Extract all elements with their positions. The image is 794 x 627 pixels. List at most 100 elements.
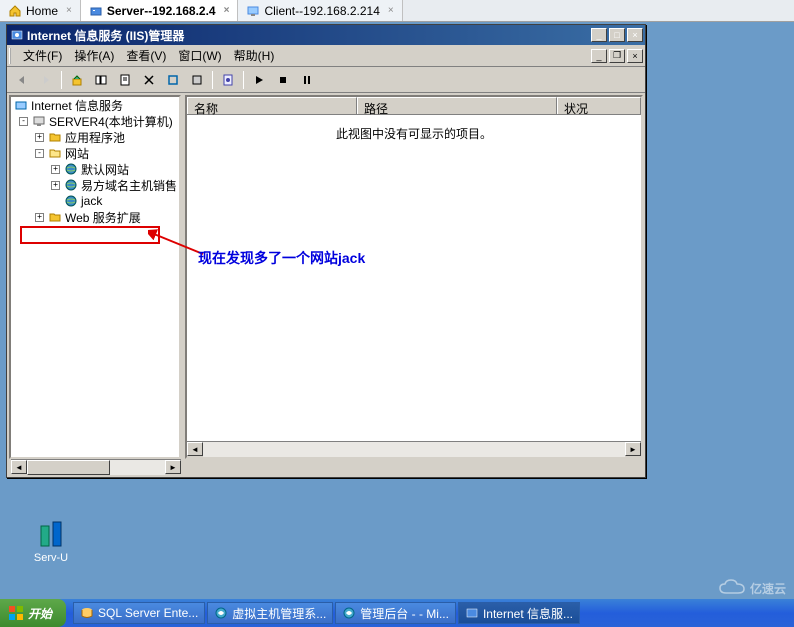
menu-window[interactable]: 窗口(W) [172,45,227,66]
expand-icon[interactable]: + [51,181,60,190]
properties-button[interactable] [114,69,136,91]
tree-websites[interactable]: - 网站 [11,145,179,161]
ie-icon [342,606,356,620]
refresh-button[interactable] [162,69,184,91]
menu-view[interactable]: 查看(V) [120,45,172,66]
windows-logo-icon [8,605,24,621]
toolbar [7,67,645,93]
minimize-button[interactable]: _ [591,28,607,42]
list-header: 名称 路径 状况 [187,97,641,115]
tree-label: 易方域名主机销售 [81,177,177,194]
watermark-text: 亿速云 [750,580,786,597]
close-icon[interactable]: × [224,5,230,16]
menu-action[interactable]: 操作(A) [68,45,120,66]
scroll-right-icon[interactable]: ► [165,460,181,474]
computer-icon [31,113,47,129]
tree-server[interactable]: - SERVER4(本地计算机) [11,113,179,129]
annotation-text: 现在发现多了一个网站jack [198,248,365,268]
grip-icon [9,48,15,64]
menu-file[interactable]: 文件(F) [17,45,68,66]
show-hide-button[interactable] [90,69,112,91]
task-label: SQL Server Ente... [98,606,198,620]
expand-icon[interactable]: + [51,165,60,174]
column-name[interactable]: 名称 [187,97,357,114]
back-button[interactable] [11,69,33,91]
tree-label: 默认网站 [81,161,129,178]
maximize-button[interactable]: □ [609,28,625,42]
collapse-icon[interactable]: - [19,117,28,126]
taskbar: 开始 SQL Server Ente... 虚拟主机管理系... 管理后台 - … [0,599,794,627]
column-path[interactable]: 路径 [357,97,557,114]
tree-jack-site[interactable]: jack [11,193,179,209]
up-button[interactable] [66,69,88,91]
start-button[interactable]: 开始 [0,599,66,627]
column-status[interactable]: 状况 [557,97,641,114]
start-label: 开始 [28,605,52,622]
folder-open-icon [47,145,63,161]
close-icon[interactable]: × [66,5,72,16]
taskbar-item-vhost[interactable]: 虚拟主机管理系... [207,602,333,624]
tree-scrollbar[interactable]: ◄ ► [11,459,181,475]
browser-tab-client[interactable]: Client--192.168.2.214 × [238,0,402,21]
scroll-left-icon[interactable]: ◄ [187,442,203,456]
client-icon [246,4,260,18]
stop-button[interactable] [272,69,294,91]
tree-root[interactable]: Internet 信息服务 [11,97,179,113]
globe-icon [63,177,79,193]
mdi-restore-button[interactable]: ❐ [609,49,625,63]
horizontal-scrollbar[interactable]: ◄ ► [187,441,641,457]
sqlserver-icon [80,606,94,620]
server-icon [89,4,103,18]
desktop-icon-servu[interactable]: Serv-U [16,518,86,564]
menu-help[interactable]: 帮助(H) [228,45,281,66]
browser-tab-server[interactable]: Server--192.168.2.4 × [81,0,239,21]
titlebar[interactable]: Internet 信息服务 (IIS)管理器 _ □ × [7,25,645,45]
tree-web-extensions[interactable]: + Web 服务扩展 [11,209,179,225]
close-icon[interactable]: × [388,5,394,16]
browser-tab-home[interactable]: Home × [0,0,81,21]
export-button[interactable] [186,69,208,91]
pause-button[interactable] [296,69,318,91]
iis-root-icon [13,97,29,113]
tab-label: Server--192.168.2.4 [107,4,216,18]
tree-label: 应用程序池 [65,129,125,146]
taskbar-item-admin[interactable]: 管理后台 - - Mi... [335,602,456,624]
scroll-left-icon[interactable]: ◄ [11,460,27,474]
iis-icon [9,27,25,43]
menubar: 文件(F) 操作(A) 查看(V) 窗口(W) 帮助(H) _ ❐ × [7,45,645,67]
home-icon [8,4,22,18]
globe-icon [63,161,79,177]
browser-tab-strip: Home × Server--192.168.2.4 × Client--192… [0,0,794,22]
mdi-close-button[interactable]: × [627,49,643,63]
folder-icon [47,129,63,145]
folder-icon [47,209,63,225]
play-button[interactable] [248,69,270,91]
tree-label: SERVER4(本地计算机) [49,113,173,130]
tree-label: Web 服务扩展 [65,209,141,226]
window-title: Internet 信息服务 (IIS)管理器 [25,27,591,44]
tree-label: Internet 信息服务 [31,97,123,114]
annotation-highlight [20,226,160,244]
tree-pane[interactable]: Internet 信息服务 - SERVER4(本地计算机) + 应用程序池 -… [9,95,181,459]
forward-button[interactable] [35,69,57,91]
taskbar-item-sqlserver[interactable]: SQL Server Ente... [73,602,205,624]
task-label: 虚拟主机管理系... [232,605,326,622]
ie-icon [214,606,228,620]
taskbar-item-iis[interactable]: Internet 信息服... [458,602,580,624]
watermark: 亿速云 [718,579,786,597]
tree-app-pools[interactable]: + 应用程序池 [11,129,179,145]
tree-yifang-site[interactable]: + 易方域名主机销售 [11,177,179,193]
settings-button[interactable] [217,69,239,91]
scroll-right-icon[interactable]: ► [625,442,641,456]
tree-default-site[interactable]: + 默认网站 [11,161,179,177]
servu-icon [35,518,67,550]
delete-button[interactable] [138,69,160,91]
mdi-minimize-button[interactable]: _ [591,49,607,63]
window-controls: _ □ × [591,28,643,42]
close-button[interactable]: × [627,28,643,42]
collapse-icon[interactable]: - [35,149,44,158]
expand-icon[interactable]: + [35,133,44,142]
tree-label: jack [81,194,102,208]
tree-label: 网站 [65,145,89,162]
expand-icon[interactable]: + [35,213,44,222]
